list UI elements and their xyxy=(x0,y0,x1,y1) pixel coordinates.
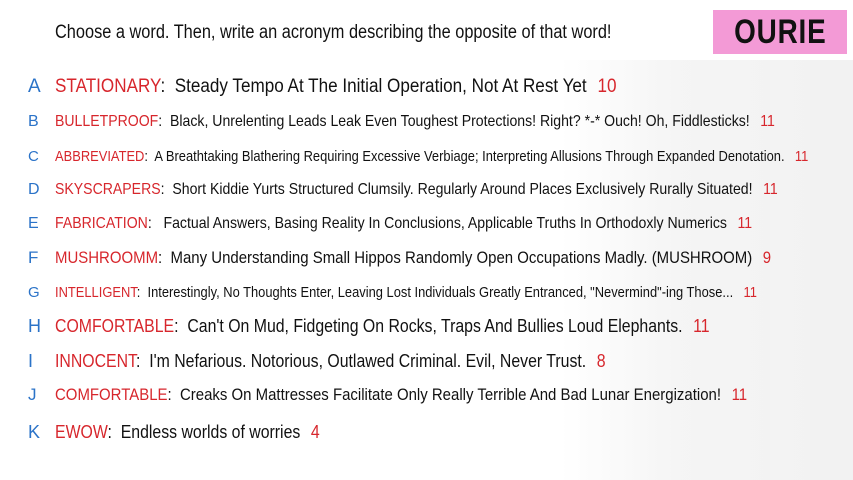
answer-content: MUSHROOMM: Many Understanding Small Hipp… xyxy=(55,248,772,267)
answer-count: 11 xyxy=(743,284,757,301)
answer-letter: E xyxy=(28,215,39,232)
answer-letter: B xyxy=(28,113,39,130)
answer-word: BULLETPROOF xyxy=(55,113,159,130)
answer-letter: F xyxy=(28,248,39,267)
answer-count: 10 xyxy=(597,76,617,97)
answer-acronym: Short Kiddie Yurts Structured Clumsily. … xyxy=(172,181,753,198)
answer-word: STATIONARY xyxy=(55,76,161,97)
answer-acronym: Factual Answers, Basing Reality In Concl… xyxy=(163,215,727,232)
answer-count: 11 xyxy=(737,215,753,232)
answer-word: INTELLIGENT xyxy=(55,284,137,301)
answer-acronym: I'm Nefarious. Notorious, Outlawed Crimi… xyxy=(149,351,587,371)
answer-content: BULLETPROOF: Black, Unrelenting Leads Le… xyxy=(55,113,775,130)
answer-word: COMFORTABLE xyxy=(55,385,168,404)
answer-letter: D xyxy=(28,181,40,198)
answer-acronym: Creaks On Mattresses Facilitate Only Rea… xyxy=(179,385,722,404)
answer-word: COMFORTABLE xyxy=(55,316,175,336)
answer-letter: K xyxy=(28,422,41,442)
answer-acronym: Steady Tempo At The Initial Operation, N… xyxy=(174,76,587,97)
answer-letter: J xyxy=(28,385,37,404)
answer-count: 11 xyxy=(794,148,809,165)
answer-letter: I xyxy=(28,351,34,371)
answer-content: EWOW: Endless worlds of worries 4 xyxy=(55,422,320,442)
answer-letter: G xyxy=(28,284,40,301)
answer-content: COMFORTABLE: Creaks On Mattresses Facili… xyxy=(55,385,748,404)
answer-count: 4 xyxy=(310,422,320,442)
answer-word: INNOCENT xyxy=(55,351,136,371)
answer-content: STATIONARY: Steady Tempo At The Initial … xyxy=(55,76,617,97)
answer-count: 11 xyxy=(763,181,778,198)
answer-content: ABBREVIATED: A Breathtaking Blathering R… xyxy=(55,148,809,165)
answer-acronym: Black, Unrelenting Leads Leak Even Tough… xyxy=(170,113,750,130)
answer-acronym: A Breathtaking Blathering Requiring Exce… xyxy=(154,148,785,165)
answer-acronym: Interestingly, No Thoughts Enter, Leavin… xyxy=(147,284,734,301)
answer-list: A STATIONARY: Steady Tempo At The Initia… xyxy=(0,0,853,480)
answer-word: ABBREVIATED xyxy=(55,148,145,165)
answer-count: 11 xyxy=(693,316,710,336)
answer-content: COMFORTABLE: Can't On Mud, Fidgeting On … xyxy=(55,316,710,336)
answer-content: FABRICATION: Factual Answers, Basing Rea… xyxy=(55,215,753,232)
answer-content: INTELLIGENT: Interestingly, No Thoughts … xyxy=(55,284,757,301)
answer-count: 9 xyxy=(762,248,772,267)
answer-content: SKYSCRAPERS: Short Kiddie Yurts Structur… xyxy=(55,181,778,198)
answer-letter: H xyxy=(28,316,41,336)
answer-letter: A xyxy=(28,76,41,97)
answer-word: FABRICATION xyxy=(55,215,148,232)
answer-acronym: Can't On Mud, Fidgeting On Rocks, Traps … xyxy=(187,316,683,336)
answer-count: 11 xyxy=(731,385,748,404)
answer-word: EWOW xyxy=(55,422,108,442)
answer-content: INNOCENT: I'm Nefarious. Notorious, Outl… xyxy=(55,351,606,371)
answer-acronym: Endless worlds of worries xyxy=(120,422,301,442)
answer-count: 8 xyxy=(596,351,606,371)
answer-word: SKYSCRAPERS xyxy=(55,181,161,198)
answer-word: MUSHROOMM xyxy=(55,248,159,267)
answer-letter: C xyxy=(28,148,39,165)
answer-acronym: Many Understanding Small Hippos Randomly… xyxy=(170,248,753,267)
answer-count: 11 xyxy=(760,113,775,130)
